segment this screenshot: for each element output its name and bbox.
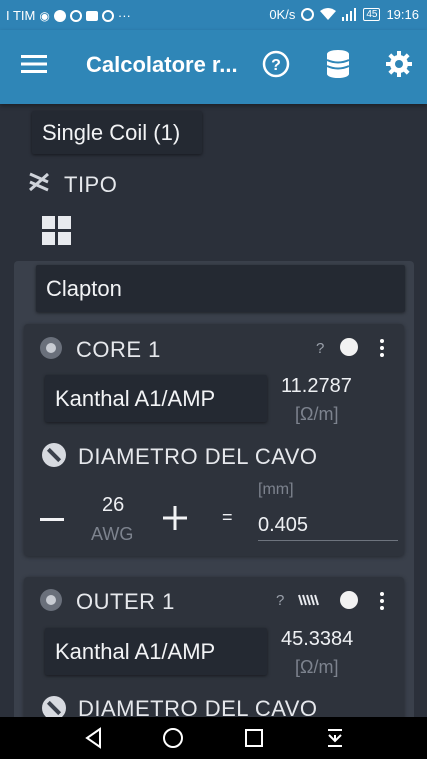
status-bar: I TIM ◉ ··· 0K/s 45 19:16 (0, 0, 427, 30)
page-title: Calcolatore r... (86, 52, 238, 77)
equals-sign: = (222, 507, 233, 527)
outer-color-dot[interactable] (340, 591, 358, 609)
carrier-label: I TIM (6, 8, 36, 23)
more-notifications-icon: ··· (117, 8, 131, 23)
gallery-icon (85, 10, 98, 21)
diameter-icon (42, 443, 66, 467)
outer-name: OUTER 1 (76, 589, 175, 614)
coil-type-icon (29, 172, 49, 192)
core-help-icon[interactable]: ? (316, 340, 324, 357)
mm-unit: [mm] (258, 481, 294, 498)
outer-resistance: 45.3384 (281, 628, 354, 650)
core-resistance-unit: [Ω/m] (295, 404, 339, 424)
coil-database-icon[interactable] (322, 48, 354, 80)
svg-text:?: ? (271, 57, 281, 74)
wifi-icon (320, 8, 337, 20)
signal-icon (342, 8, 357, 21)
core-diameter-label: DIAMETRO DEL CAVO (78, 444, 318, 469)
app-bar: Calcolatore r... ? (0, 30, 427, 104)
grid-icon[interactable] (42, 216, 72, 246)
outer-material-selector[interactable]: Kanthal A1/AMP (45, 628, 267, 675)
core-material-selector[interactable]: Kanthal A1/AMP (45, 375, 267, 422)
recents-icon[interactable] (242, 726, 266, 750)
status-left: I TIM ◉ ··· (6, 8, 131, 23)
whatsapp-icon (69, 9, 82, 22)
alarm-icon (301, 8, 315, 21)
coil-selector[interactable]: Single Coil (1) (32, 111, 202, 154)
battery-icon: 45 (363, 8, 381, 21)
core-name: CORE 1 (76, 337, 161, 362)
core-radio[interactable] (40, 337, 62, 359)
help-icon[interactable]: ? (260, 48, 292, 80)
notifications-pull-icon[interactable] (323, 726, 347, 750)
plus-icon[interactable] (163, 506, 187, 530)
awg-unit: AWG (91, 524, 134, 544)
clock: 19:16 (386, 7, 419, 22)
back-icon[interactable] (82, 726, 106, 750)
system-nav-bar (0, 717, 427, 759)
outer-help-icon[interactable]: ? (276, 592, 284, 609)
sync-icon (101, 9, 114, 22)
coil-type-selector[interactable]: Clapton (36, 265, 405, 312)
minus-icon[interactable] (40, 508, 64, 532)
home-icon[interactable] (161, 726, 185, 750)
core-resistance: 11.2787 (281, 375, 352, 397)
outer-more-icon[interactable] (380, 592, 384, 613)
status-right: 0K/s 45 19:16 (269, 7, 419, 22)
wire-pattern-icon[interactable] (297, 594, 321, 606)
menu-icon[interactable] (18, 48, 50, 80)
outer-resistance-unit: [Ω/m] (295, 657, 339, 677)
network-speed: 0K/s (269, 7, 296, 22)
awg-value: 26 (102, 494, 125, 516)
settings-icon[interactable] (383, 48, 415, 80)
tipo-label: TIPO (64, 172, 118, 197)
wifi-hotspot-icon: ◉ (39, 8, 50, 23)
core-more-icon[interactable] (380, 339, 384, 360)
outer-radio[interactable] (40, 589, 62, 611)
core-color-dot[interactable] (340, 338, 358, 356)
mm-input[interactable]: 0.405 (258, 514, 398, 541)
messenger-icon (53, 9, 66, 22)
